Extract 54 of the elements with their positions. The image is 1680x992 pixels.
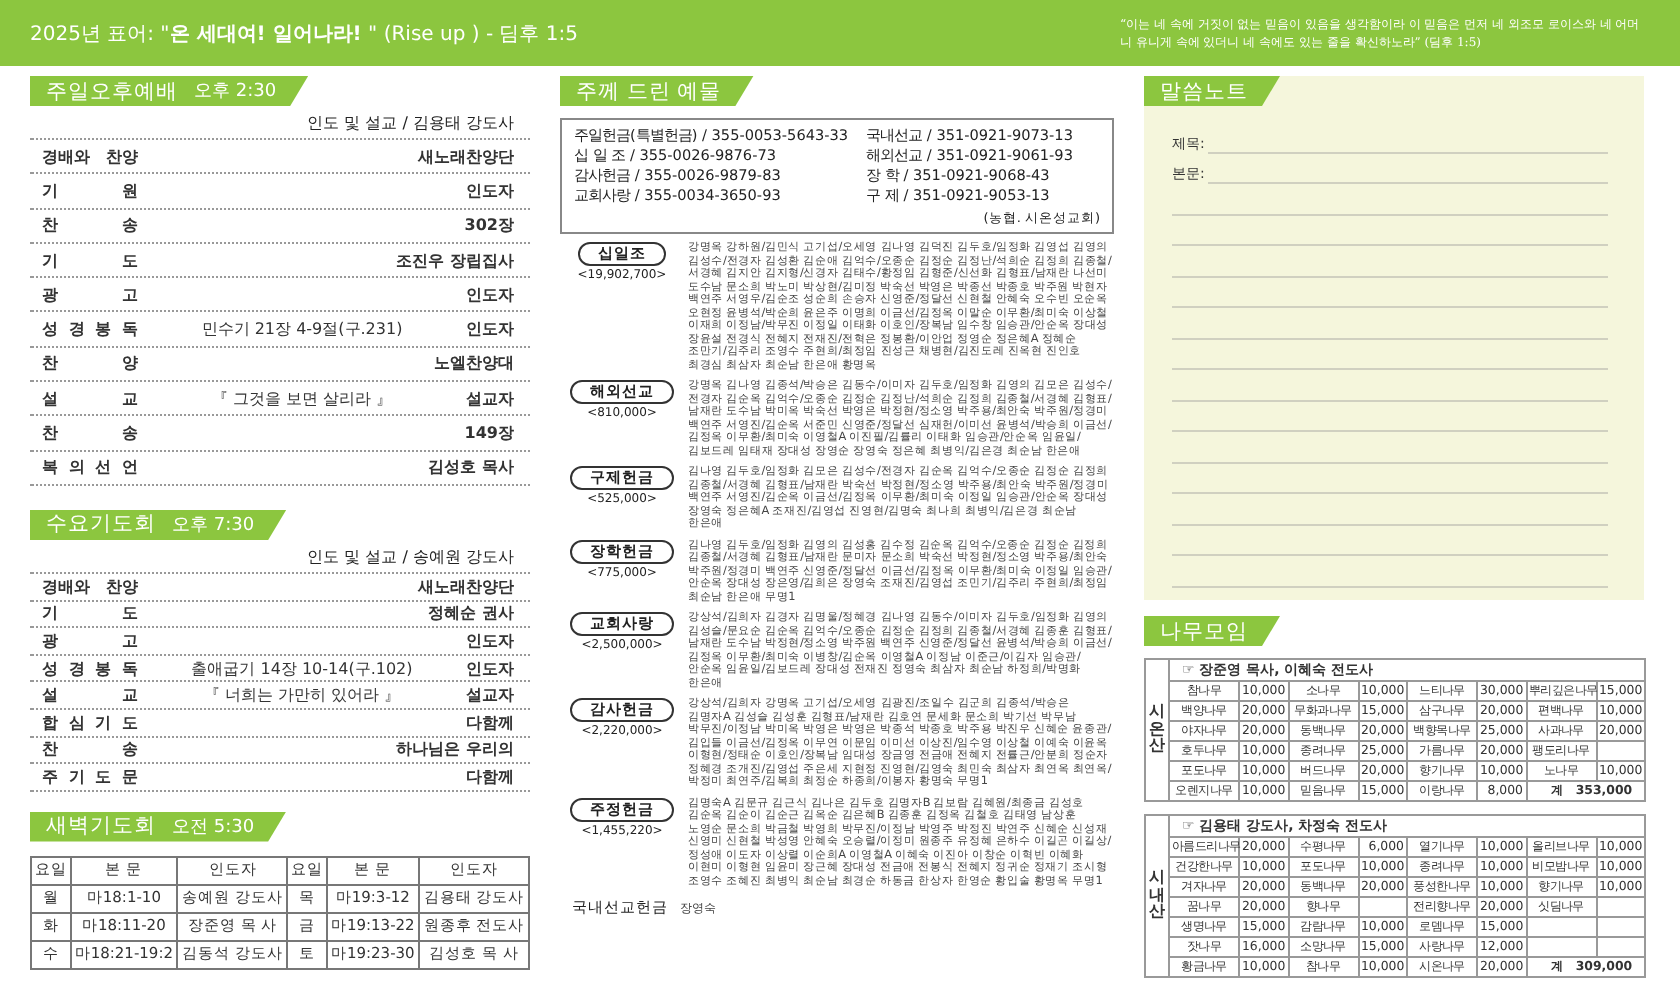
- order-person: 새노래찬양단: [418, 145, 514, 168]
- leader-text: 인도 및 설교 / 송예원 강도사: [30, 539, 530, 574]
- section-time: 오전 5:30: [172, 815, 255, 840]
- order-person: 새노래찬양단: [418, 575, 514, 598]
- section-time: 오후 2:30: [194, 80, 277, 104]
- order-person: 인도자: [466, 283, 514, 306]
- order-item: 경배와 찬양: [42, 145, 138, 168]
- order-item: 찬 송: [42, 738, 138, 761]
- order-person: 하나님은 우리의: [396, 738, 514, 761]
- order-detail: 민수기 21장 4-9절(구.231): [199, 318, 405, 341]
- leader-text: 인도 및 설교 / 김용태 강도사: [30, 106, 530, 140]
- order-person: 설교자: [466, 684, 514, 707]
- order-item: 광 고: [42, 629, 138, 652]
- section-title: 주일오후예배: [46, 77, 178, 105]
- order-person: 노엘찬양대: [434, 352, 514, 375]
- order-person: 김성호 목사: [428, 456, 514, 479]
- motto-text: 2025년 표어: "온 세대여! 일어나라! " (Rise up ) - 딤후 1:5: [30, 21, 579, 47]
- mountain-label: 시내산: [1149, 869, 1165, 923]
- order-detail: 『 그것을 보면 살리라 』: [209, 387, 395, 410]
- order-item: 성 경 봉 독: [42, 657, 138, 680]
- section-title: 새벽기도회: [46, 812, 156, 841]
- order-item: 주 기 도 문: [42, 765, 138, 788]
- order-item: 성 경 봉 독: [42, 318, 138, 341]
- order-person: 정혜순 권사: [428, 602, 514, 625]
- section-title: 말씀노트: [1160, 77, 1248, 105]
- order-item: 설 교: [42, 387, 138, 410]
- order-detail: 『 너희는 가만히 있어라 』: [201, 684, 403, 707]
- order-person: 다함께: [466, 711, 514, 734]
- order-person: 인도자: [466, 179, 514, 202]
- order-person: 302장: [464, 214, 514, 237]
- order-item: 기 원: [42, 179, 138, 202]
- order-person: 인도자: [466, 629, 514, 652]
- order-item: 찬 양: [42, 352, 138, 375]
- section-title: 수요기도회: [46, 510, 156, 539]
- order-item: 찬 송: [42, 214, 138, 237]
- section-title: 주께 드린 예물: [576, 77, 722, 105]
- order-item: 찬 송: [42, 422, 138, 445]
- section-time: 오후 7:30: [172, 513, 255, 538]
- order-person: 다함께: [466, 765, 514, 788]
- order-item: 설 교: [42, 684, 138, 707]
- order-item: 복 의 선 언: [42, 456, 138, 479]
- section-title: 나무모임: [1160, 617, 1248, 645]
- order-item: 광 고: [42, 283, 138, 306]
- order-person: 인도자: [466, 318, 514, 341]
- order-person: 설교자: [466, 387, 514, 410]
- order-item: 경배와 찬양: [42, 575, 138, 598]
- order-item: 기 도: [42, 249, 138, 272]
- order-detail: 출애굽기 14장 10-14(구.102): [189, 657, 415, 680]
- order-person: 인도자: [466, 657, 514, 680]
- order-person: 149장: [464, 422, 514, 445]
- mountain-label: 시온산: [1149, 703, 1165, 757]
- order-item: 기 도: [42, 602, 138, 625]
- order-person: 조진우 장립집사: [396, 249, 514, 272]
- order-item: 합 심 기 도: [42, 711, 138, 734]
